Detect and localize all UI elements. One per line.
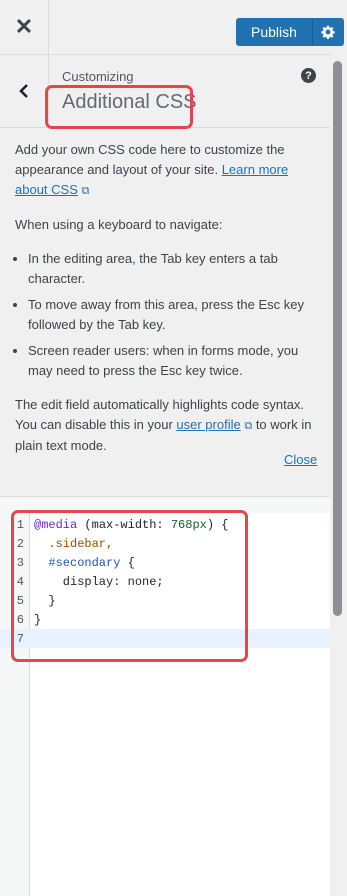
- publish-settings-button[interactable]: [311, 18, 344, 46]
- user-profile-link[interactable]: user profile: [176, 417, 240, 432]
- code-token: #secondary: [34, 555, 121, 570]
- list-item: To move away from this area, press the E…: [28, 295, 315, 335]
- line-number: 2: [16, 536, 24, 551]
- line-number: 7: [16, 631, 24, 646]
- code-token: ) {: [206, 517, 229, 532]
- section-description: Add your own CSS code here to customize …: [15, 140, 315, 470]
- code-lines[interactable]: 1 @media (max-width: 768px) { 2 .sidebar…: [0, 515, 330, 648]
- code-line[interactable]: 5 }: [0, 591, 330, 610]
- code-text[interactable]: }: [30, 594, 55, 608]
- code-token: {: [120, 555, 135, 570]
- code-token: 768px: [170, 517, 207, 532]
- line-number: 4: [16, 574, 24, 589]
- close-description-link[interactable]: Close: [284, 452, 317, 467]
- line-number: 1: [16, 517, 24, 532]
- highlight-text: The edit field automatically highlights …: [15, 395, 315, 456]
- help-icon[interactable]: ?: [301, 68, 316, 83]
- list-item: In the editing area, the Tab key enters …: [28, 249, 315, 289]
- line-number: 6: [16, 612, 24, 627]
- code-text[interactable]: .sidebar,: [30, 537, 113, 551]
- external-link-icon: ⧉: [81, 185, 90, 197]
- section-header: Customizing Additional CSS ?: [0, 55, 330, 128]
- code-text[interactable]: }: [30, 613, 41, 627]
- intro-text: Add your own CSS code here to customize …: [15, 140, 315, 201]
- code-token: (max-width:: [77, 517, 171, 532]
- code-line[interactable]: 1 @media (max-width: 768px) {: [0, 515, 330, 534]
- close-customizer-button[interactable]: ✕: [0, 0, 49, 54]
- code-line[interactable]: 3 #secondary {: [0, 553, 330, 572]
- editor-top-strip: [0, 497, 330, 513]
- code-text[interactable]: display: none;: [30, 575, 164, 589]
- code-line[interactable]: 4 display: none;: [0, 572, 330, 591]
- css-code-editor[interactable]: 1 @media (max-width: 768px) { 2 .sidebar…: [0, 496, 330, 896]
- code-line-active[interactable]: 7: [0, 629, 330, 648]
- line-number: 5: [16, 593, 24, 608]
- code-line[interactable]: 6 }: [0, 610, 330, 629]
- publish-controls: Publish: [236, 18, 344, 46]
- code-text[interactable]: @media (max-width: 768px) {: [30, 518, 228, 532]
- publish-button[interactable]: Publish: [236, 18, 312, 46]
- list-item: Screen reader users: when in forms mode,…: [28, 341, 315, 381]
- back-button[interactable]: [0, 55, 49, 127]
- scrollbar-thumb[interactable]: [333, 61, 342, 616]
- code-token: @media: [34, 517, 78, 532]
- chevron-left-icon: [19, 84, 28, 98]
- close-icon: ✕: [14, 14, 34, 39]
- code-text[interactable]: #secondary {: [30, 555, 135, 570]
- keyboard-tips-list: In the editing area, the Tab key enters …: [15, 249, 315, 381]
- page-title: Additional CSS: [62, 91, 197, 113]
- code-line[interactable]: 2 .sidebar,: [0, 534, 330, 553]
- line-number: 3: [16, 555, 24, 570]
- breadcrumb: Customizing: [62, 69, 134, 84]
- keyboard-heading: When using a keyboard to navigate:: [15, 217, 223, 232]
- customizer-header: ✕ Publish: [0, 0, 347, 55]
- gear-icon: [321, 25, 335, 39]
